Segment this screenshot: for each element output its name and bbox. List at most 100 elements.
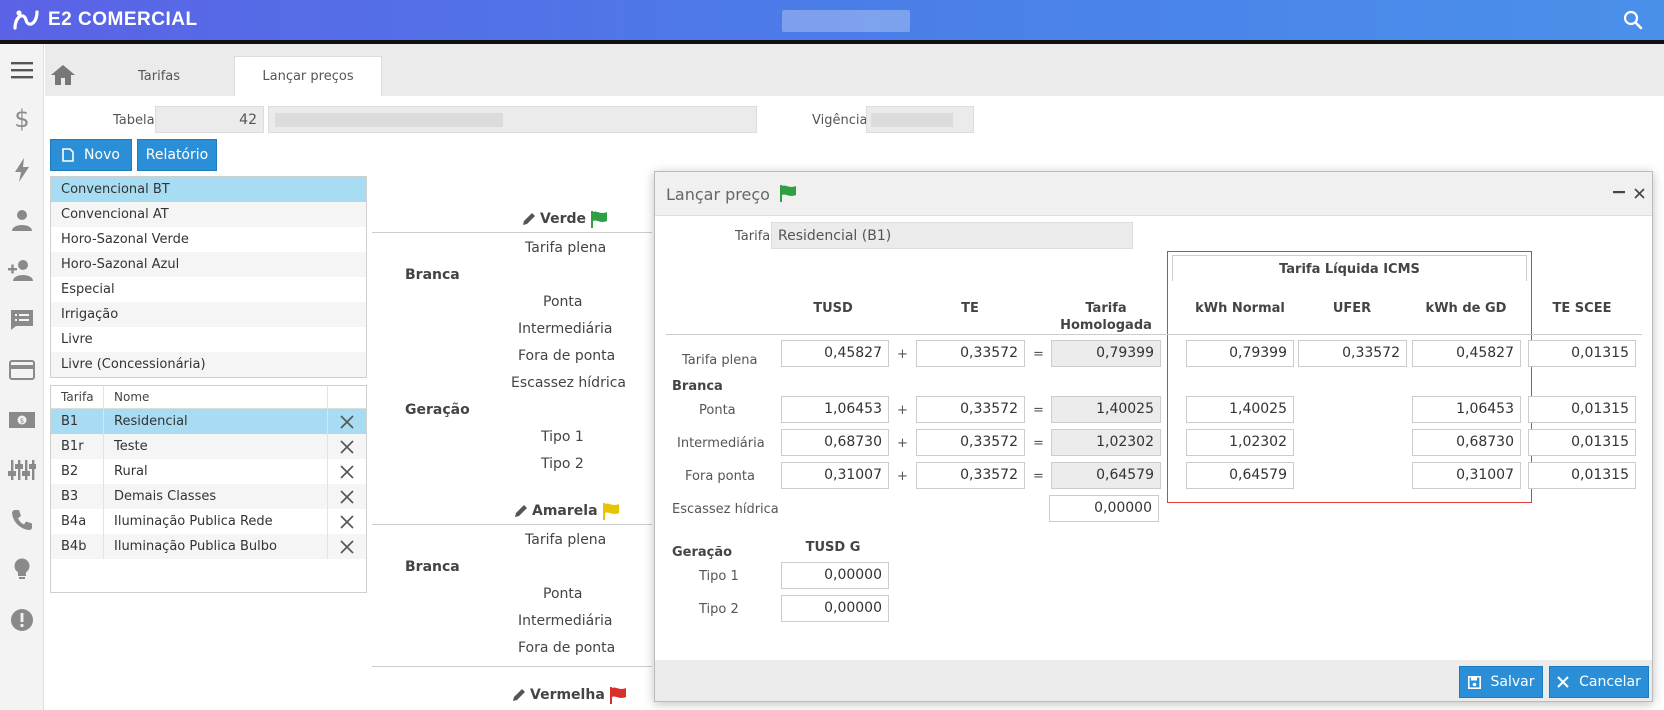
tipo1-input[interactable]: 0,00000: [781, 562, 889, 589]
tipo2-label: Tipo 2: [541, 456, 584, 472]
delete-icon[interactable]: [328, 509, 366, 534]
lightbulb-icon[interactable]: [0, 552, 44, 588]
table-row[interactable]: B4a Iluminação Publica Rede: [51, 509, 366, 534]
delete-icon[interactable]: [328, 534, 366, 559]
app-logo[interactable]: E2 COMERCIAL: [12, 8, 198, 32]
column-header-nome[interactable]: Nome: [104, 386, 328, 408]
table-row[interactable]: B2 Rural: [51, 459, 366, 484]
tusd-input[interactable]: 0,31007: [781, 462, 889, 489]
te-scee-input[interactable]: 0,01315: [1528, 429, 1636, 456]
te-input[interactable]: 0,33572: [916, 396, 1025, 423]
category-item[interactable]: Convencional AT: [51, 202, 366, 227]
lightning-icon[interactable]: [0, 152, 44, 188]
kwh-gd-input[interactable]: 0,45827: [1412, 340, 1521, 367]
intermediaria-label: Intermediária: [677, 436, 765, 451]
tarifa-name: Iluminação Publica Bulbo: [104, 534, 328, 559]
delete-icon[interactable]: [328, 409, 366, 434]
branca-label: Branca: [405, 559, 460, 575]
minimize-icon[interactable]: [1613, 191, 1625, 195]
relatorio-button[interactable]: Relatório: [137, 139, 217, 171]
home-icon[interactable]: [50, 64, 76, 86]
pencil-icon[interactable]: [522, 212, 536, 226]
te-scee-input[interactable]: 0,01315: [1528, 396, 1636, 423]
te-input[interactable]: 0,33572: [916, 340, 1025, 367]
delete-icon[interactable]: [328, 434, 366, 459]
plus-sign: +: [897, 403, 908, 418]
tarifa-name: Residencial: [104, 409, 328, 434]
credit-card-icon[interactable]: [0, 352, 44, 388]
add-user-icon[interactable]: [0, 252, 44, 288]
kwh-gd-input[interactable]: 1,06453: [1412, 396, 1521, 423]
dialog-title: Lançar preço: [666, 184, 797, 204]
tipo1-label: Tipo 1: [541, 429, 584, 445]
amarela-header: Amarela: [514, 502, 620, 520]
category-item[interactable]: Convencional BT: [51, 177, 366, 202]
dialog-title-text: Lançar preço: [666, 185, 770, 204]
ufer-input[interactable]: 0,33572: [1298, 340, 1407, 367]
yellow-flag-icon: [602, 503, 619, 520]
tab-lancar-precos[interactable]: Lançar preços: [234, 56, 382, 96]
tipo2-input[interactable]: 0,00000: [781, 595, 889, 622]
kwh-normal-input[interactable]: 1,40025: [1186, 396, 1294, 423]
kwh-normal-input[interactable]: 0,64579: [1186, 462, 1294, 489]
pencil-icon[interactable]: [514, 504, 528, 518]
category-item[interactable]: Irrigação: [51, 302, 366, 327]
salvar-button[interactable]: Salvar: [1459, 666, 1543, 698]
vigencia-input[interactable]: [866, 106, 974, 133]
table-row[interactable]: B1r Teste: [51, 434, 366, 459]
plus-sign: +: [897, 436, 908, 451]
kwh-normal-input[interactable]: 0,79399: [1186, 340, 1294, 367]
search-icon[interactable]: [1622, 9, 1644, 31]
tarifa-name: Demais Classes: [104, 484, 328, 509]
section-divider: [372, 232, 652, 233]
table-row[interactable]: B3 Demais Classes: [51, 484, 366, 509]
kwh-gd-input[interactable]: 0,31007: [1412, 462, 1521, 489]
category-item[interactable]: Especial: [51, 277, 366, 302]
delete-icon[interactable]: [328, 484, 366, 509]
te-input[interactable]: 0,33572: [916, 429, 1025, 456]
green-flag-icon: [591, 211, 607, 228]
delete-icon[interactable]: [328, 459, 366, 484]
category-item[interactable]: Livre (Concessionária): [51, 352, 366, 377]
file-icon: [62, 148, 74, 162]
category-item[interactable]: Horo-Sazonal Verde: [51, 227, 366, 252]
equals-sign: =: [1033, 469, 1044, 484]
kwh-gd-input[interactable]: 0,68730: [1412, 429, 1521, 456]
menu-icon[interactable]: [0, 52, 44, 88]
tarifa-field[interactable]: Residencial (B1): [771, 222, 1133, 249]
tarifa-code: B4a: [51, 509, 104, 534]
kwh-normal-input[interactable]: 1,02302: [1186, 429, 1294, 456]
column-header-tarifa[interactable]: Tarifa: [51, 386, 104, 408]
chat-list-icon[interactable]: [0, 302, 44, 338]
alert-icon[interactable]: [0, 602, 44, 638]
category-item[interactable]: Horo-Sazonal Azul: [51, 252, 366, 277]
phone-icon[interactable]: [0, 502, 44, 538]
category-item[interactable]: Livre: [51, 327, 366, 352]
tab-tarifas[interactable]: Tarifas: [110, 56, 208, 96]
tusd-input[interactable]: 0,45827: [781, 340, 889, 367]
user-icon[interactable]: [0, 202, 44, 238]
tusd-input[interactable]: 1,06453: [781, 396, 889, 423]
table-row[interactable]: B4b Iluminação Publica Bulbo: [51, 534, 366, 559]
app-title: E2 COMERCIAL: [48, 9, 198, 30]
money-icon[interactable]: $: [0, 402, 44, 438]
branca-label: Branca: [405, 267, 460, 283]
te-scee-input[interactable]: 0,01315: [1528, 462, 1636, 489]
tipo1-label: Tipo 1: [699, 569, 739, 584]
tusd-input[interactable]: 0,68730: [781, 429, 889, 456]
dollar-icon[interactable]: $: [0, 101, 44, 137]
escassez-input[interactable]: 0,00000: [1049, 495, 1159, 522]
te-scee-input[interactable]: 0,01315: [1528, 340, 1636, 367]
intermediaria-label: Intermediária: [518, 613, 613, 629]
novo-button[interactable]: Novo: [50, 139, 132, 171]
vigencia-label: Vigência: [812, 113, 868, 128]
homologada-output: 0,64579: [1051, 462, 1161, 489]
tabela-input[interactable]: 42: [155, 106, 264, 133]
te-input[interactable]: 0,33572: [916, 462, 1025, 489]
sidebar: $ $: [0, 44, 44, 710]
sliders-icon[interactable]: [0, 452, 44, 488]
table-row[interactable]: B1 Residencial: [51, 409, 366, 434]
pencil-icon[interactable]: [512, 688, 526, 702]
cancelar-button[interactable]: Cancelar: [1549, 666, 1649, 698]
close-icon[interactable]: [1634, 188, 1645, 199]
